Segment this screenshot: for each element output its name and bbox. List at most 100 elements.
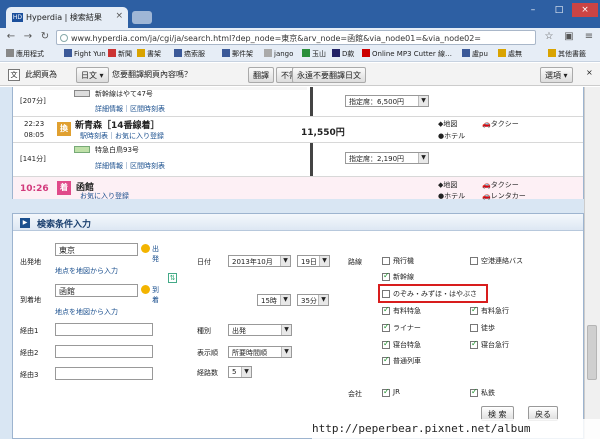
translate-prefix: 此網頁為 bbox=[25, 70, 57, 79]
walk-checkbox[interactable] bbox=[470, 324, 478, 332]
via2-input[interactable] bbox=[55, 345, 153, 358]
new-tab-button[interactable] bbox=[132, 11, 152, 24]
close-translate-icon[interactable]: × bbox=[586, 68, 593, 77]
station2-links[interactable]: 駅時刻表｜お気に入り登録 bbox=[80, 131, 164, 141]
paid-rapid-checkbox[interactable] bbox=[470, 305, 478, 315]
via1-input[interactable] bbox=[55, 323, 153, 336]
star-icon[interactable] bbox=[141, 244, 150, 253]
translate-button[interactable]: 翻譯 bbox=[248, 67, 274, 83]
maximize-icon[interactable]: □ bbox=[546, 3, 572, 17]
train2-links[interactable]: 詳細情報｜区間時刻表 bbox=[95, 161, 165, 171]
map2-link[interactable]: ◆地図 bbox=[438, 119, 457, 129]
paid-express-checkbox[interactable] bbox=[382, 305, 390, 315]
swap-icon[interactable]: ⇅ bbox=[168, 273, 177, 283]
liner-label: ライナー bbox=[393, 324, 421, 332]
row-divider bbox=[13, 116, 583, 117]
browser-tab[interactable]: HD Hyperdia | 検索結果 × bbox=[6, 7, 128, 28]
row2-departure: 08:05 bbox=[24, 131, 45, 139]
extension-icon[interactable]: ▣ bbox=[562, 30, 576, 44]
taxi3-link[interactable]: 🚗タクシー bbox=[482, 180, 519, 190]
apps-icon bbox=[6, 49, 14, 57]
from-input[interactable]: 東京 bbox=[55, 243, 138, 256]
scrollbar[interactable] bbox=[584, 87, 600, 439]
transfers-label: 経路数 bbox=[197, 369, 218, 377]
seat2-select[interactable]: 指定席：2,190円 ▼ bbox=[345, 152, 429, 164]
star-icon[interactable]: ☆ bbox=[542, 30, 556, 44]
options-button[interactable]: 選項 ▾ bbox=[540, 67, 573, 83]
page-icon bbox=[332, 49, 340, 57]
bookmark-bookshelf[interactable]: 書架 bbox=[137, 49, 161, 60]
address-bar[interactable]: www.hyperdia.com/ja/cgi/ja/search.html?d… bbox=[56, 30, 536, 45]
liner-checkbox[interactable] bbox=[382, 322, 390, 332]
globe-icon bbox=[60, 34, 68, 42]
bookmark-d[interactable]: D款 bbox=[332, 49, 354, 60]
day-select[interactable]: 19日 ▼ bbox=[297, 255, 330, 267]
bookmark-chu[interactable]: 處無 bbox=[498, 49, 522, 60]
language-dropdown[interactable]: 日文 ▾ bbox=[76, 67, 109, 83]
local-train-checkbox[interactable] bbox=[382, 355, 390, 365]
arrival-time: 10:26 bbox=[20, 184, 49, 194]
year-month-select[interactable]: 2013年10月 ▼ bbox=[228, 255, 291, 267]
hotel2-link[interactable]: ●ホテル bbox=[438, 131, 465, 141]
to-map-link[interactable]: 地点を地図から入力 bbox=[55, 307, 118, 317]
via3-input[interactable] bbox=[55, 367, 153, 380]
shinkansen-checkbox[interactable] bbox=[382, 271, 390, 281]
taxi2-link[interactable]: 🚗タクシー bbox=[482, 119, 519, 129]
tab-title: Hyperdia | 検索結果 bbox=[26, 13, 102, 22]
via1-label: 経由1 bbox=[20, 327, 39, 335]
hour-select[interactable]: 15時 ▼ bbox=[257, 294, 291, 306]
play-arrow-icon: ▶ bbox=[20, 218, 30, 228]
bookmark-apps[interactable]: 應用程式 bbox=[6, 49, 44, 60]
station3-links[interactable]: お気に入り登録 bbox=[80, 191, 129, 201]
folder-icon bbox=[548, 49, 556, 57]
bookmark-fight[interactable]: Fight Yun bbox=[64, 49, 106, 60]
express-train-icon bbox=[74, 146, 90, 153]
reload-icon[interactable]: ↻ bbox=[38, 30, 52, 44]
bookmark-jango[interactable]: jango bbox=[264, 49, 293, 60]
seat1-select[interactable]: 指定席：6,500円 ▼ bbox=[345, 95, 429, 107]
sleeper-express-checkbox[interactable] bbox=[382, 339, 390, 349]
to-kind[interactable]: 到着 bbox=[152, 285, 162, 305]
forward-arrow-icon[interactable]: → bbox=[21, 30, 35, 44]
date-label: 日付 bbox=[197, 258, 211, 266]
airport-bus-checkbox[interactable] bbox=[470, 257, 478, 265]
fare: 11,550円 bbox=[301, 128, 345, 138]
close-window-icon[interactable]: × bbox=[572, 3, 598, 17]
bookmark-cancer[interactable]: 癌索服 bbox=[174, 49, 205, 60]
facebook-icon bbox=[64, 49, 72, 57]
star-icon[interactable] bbox=[141, 285, 150, 294]
rentacar3-link[interactable]: 🚗レンタカー bbox=[482, 191, 526, 201]
row-divider bbox=[13, 142, 583, 143]
private-rail-label: 私鉄 bbox=[481, 389, 495, 397]
sleeper-rapid-checkbox[interactable] bbox=[470, 339, 478, 349]
close-tab-icon[interactable]: × bbox=[115, 11, 123, 21]
minute-select[interactable]: 35分 ▼ bbox=[297, 294, 329, 306]
order-select[interactable]: 所要時間順 ▼ bbox=[228, 346, 292, 358]
from-label: 出発地 bbox=[20, 258, 41, 266]
chevron-down-icon: ▼ bbox=[280, 295, 290, 305]
hotel3-link[interactable]: ●ホテル bbox=[438, 191, 465, 201]
kind-select[interactable]: 出発 ▼ bbox=[228, 324, 292, 336]
menu-icon[interactable]: ≡ bbox=[582, 30, 596, 44]
airplane-label: 飛行機 bbox=[393, 257, 414, 265]
back-arrow-icon[interactable]: ← bbox=[4, 30, 18, 44]
bookmark-other[interactable]: 其他書籤 bbox=[548, 49, 586, 60]
minimize-icon[interactable]: – bbox=[520, 3, 546, 17]
bookmark-lupu[interactable]: 盧pu bbox=[462, 49, 488, 60]
to-input[interactable]: 函館 bbox=[55, 284, 138, 297]
jr-checkbox[interactable] bbox=[382, 387, 390, 397]
train1-links[interactable]: 詳細情報｜区間時刻表 bbox=[95, 104, 165, 114]
map3-link[interactable]: ◆地図 bbox=[438, 180, 457, 190]
from-kind[interactable]: 出発 bbox=[152, 244, 162, 264]
transfers-select[interactable]: 5 ▼ bbox=[228, 366, 252, 378]
airplane-checkbox[interactable] bbox=[382, 257, 390, 265]
bookmark-news[interactable]: 新聞 bbox=[108, 49, 132, 60]
never-translate-button[interactable]: 永遠不要翻譯日文 bbox=[292, 67, 366, 83]
bookmark-mail[interactable]: 郵件架 bbox=[222, 49, 253, 60]
from-map-link[interactable]: 地点を地図から入力 bbox=[55, 266, 118, 276]
bookmark-mp3cutter[interactable]: Online MP3 Cutter 線… bbox=[362, 49, 452, 60]
bookmark-yushan[interactable]: 玉山 bbox=[302, 49, 326, 60]
scrollbar-thumb[interactable] bbox=[587, 325, 597, 380]
sleeper-express-label: 寝台特急 bbox=[393, 341, 421, 349]
private-rail-checkbox[interactable] bbox=[470, 387, 478, 397]
